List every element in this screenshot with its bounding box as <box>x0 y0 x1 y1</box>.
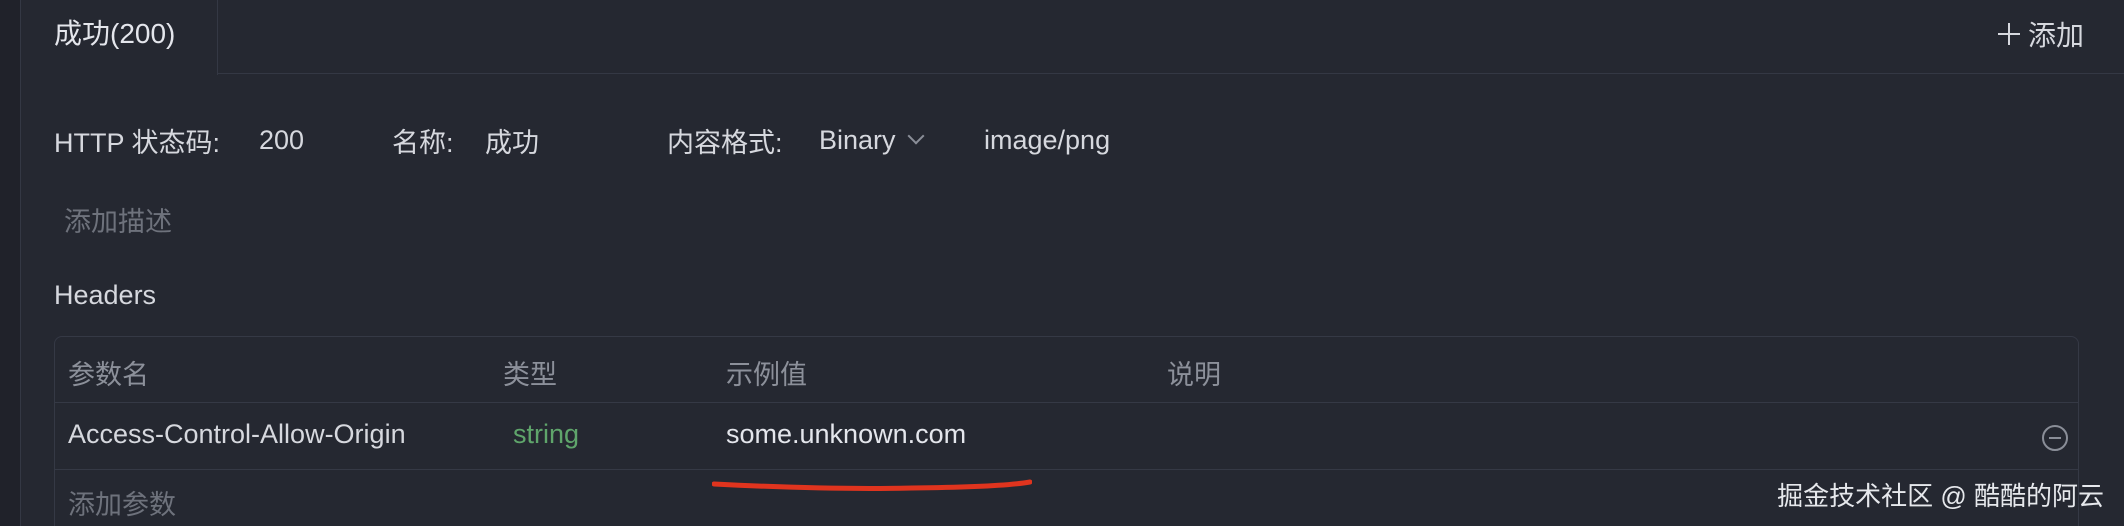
response-editor: 成功(200) 添加 HTTP 状态码: 200 名称: 成功 内容格式: Bi… <box>0 0 2124 526</box>
add-description-link[interactable]: 添加描述 <box>64 200 172 239</box>
param-name-cell[interactable]: Access-Control-Allow-Origin <box>68 419 406 450</box>
column-header-type: 类型 <box>503 360 557 390</box>
add-response-button[interactable]: 添加 <box>1997 14 2084 54</box>
remove-row-icon[interactable] <box>2042 425 2068 451</box>
headers-table: 参数名 类型 示例值 说明 Access-Control-Allow-Origi… <box>54 336 2079 526</box>
headers-section-title: Headers <box>54 280 157 310</box>
http-status-label: HTTP 状态码: <box>54 127 221 158</box>
column-header-description: 说明 <box>1167 360 1221 390</box>
content-format-value: Binary <box>819 124 896 155</box>
add-response-label: 添加 <box>2027 20 2084 51</box>
column-header-name: 参数名 <box>68 360 149 390</box>
headers-table-header: 参数名 类型 示例值 说明 <box>55 337 2078 403</box>
add-parameter-link[interactable]: 添加参数 <box>68 483 176 522</box>
column-header-example: 示例值 <box>726 360 807 390</box>
http-status-value[interactable]: 200 <box>259 125 392 156</box>
param-example-cell[interactable]: some.unknown.com <box>726 419 966 450</box>
response-name-value[interactable]: 成功 <box>485 121 667 160</box>
response-name-label: 名称: <box>392 127 454 158</box>
content-format-label: 内容格式: <box>667 127 783 158</box>
response-meta-row: HTTP 状态码: 200 名称: 成功 内容格式: Binary image/… <box>54 120 1110 160</box>
annotation-underline <box>712 479 1032 491</box>
plus-icon <box>1997 23 2020 45</box>
mime-type-value[interactable]: image/png <box>984 125 1110 156</box>
table-row: Access-Control-Allow-Origin string some.… <box>55 403 2078 470</box>
watermark: 掘金技术社区 @ 酷酷的阿云 <box>1777 481 2104 511</box>
response-tabs-bar: 成功(200) 添加 <box>21 0 2124 75</box>
chevron-down-icon <box>907 127 925 145</box>
param-type-cell[interactable]: string <box>513 419 579 450</box>
content-format-select[interactable]: Binary <box>819 125 984 156</box>
tab-success-200[interactable]: 成功(200) <box>21 0 218 75</box>
